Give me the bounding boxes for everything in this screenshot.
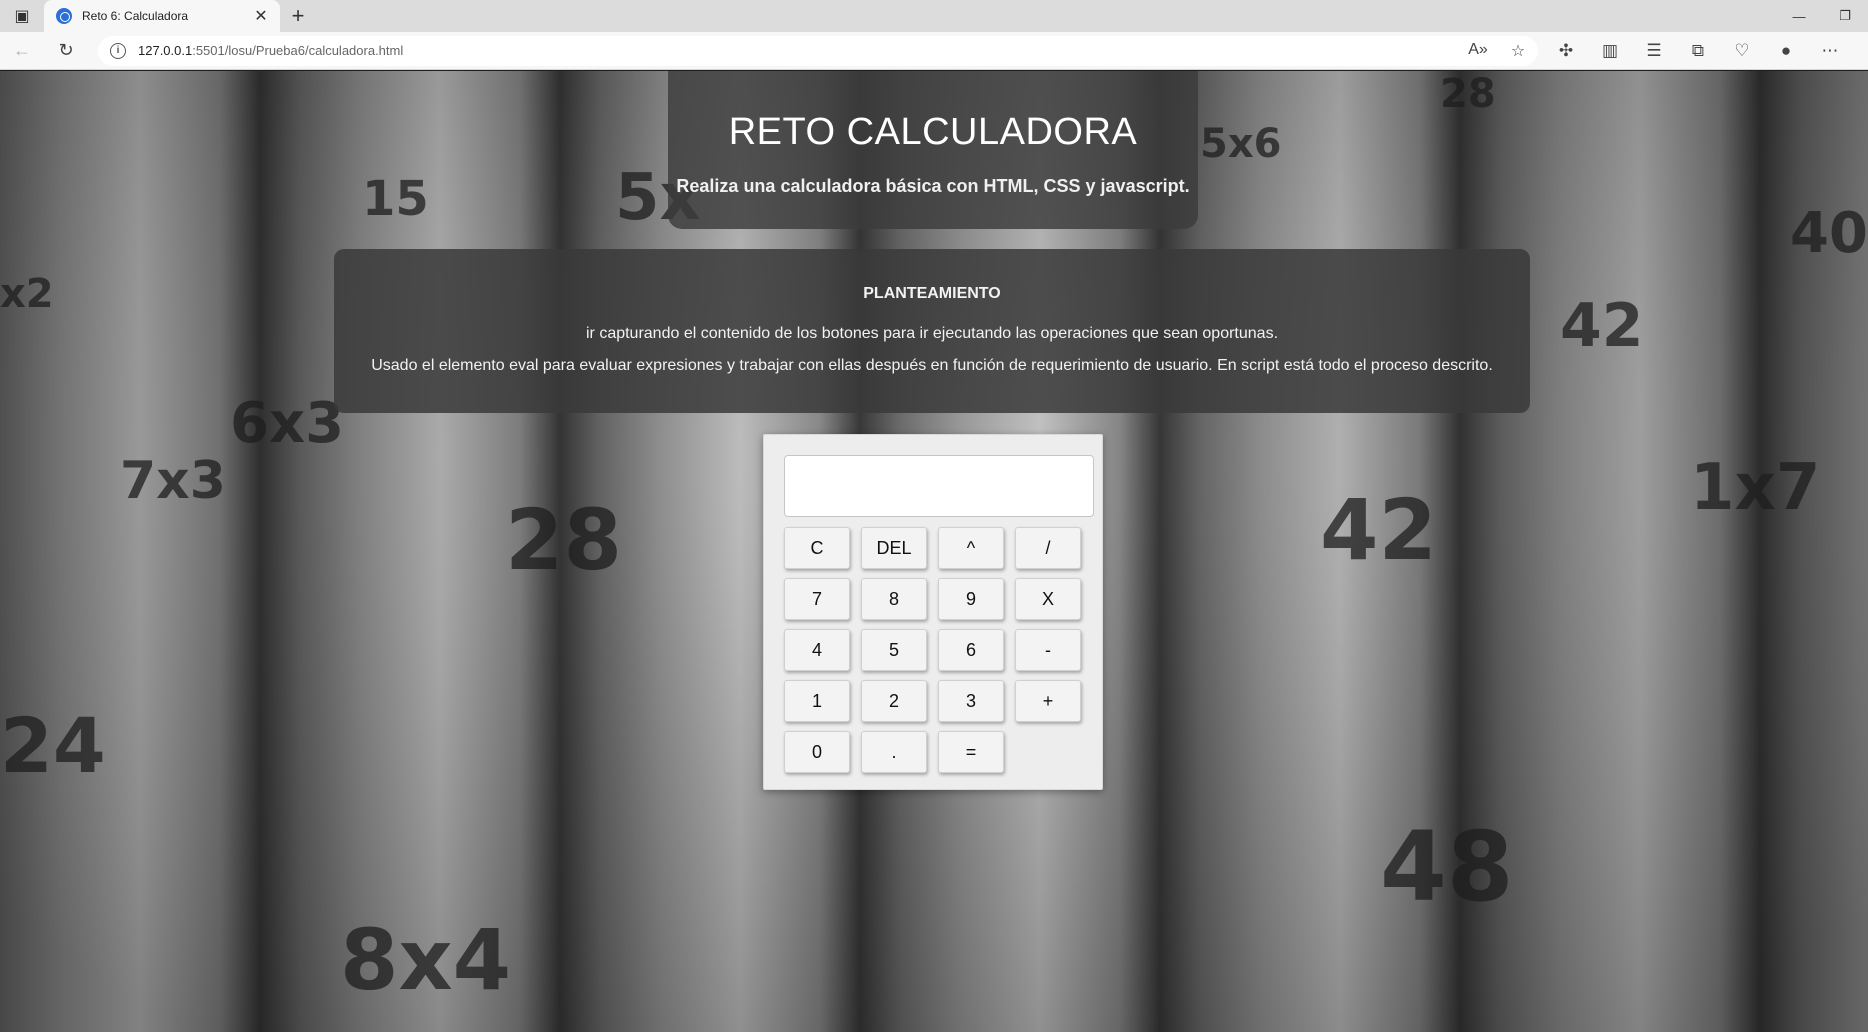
description-panel: PLANTEAMIENTO ir capturando el contenido… <box>334 249 1530 413</box>
header-panel: RETO CALCULADORA Realiza una calculadora… <box>668 71 1198 229</box>
digit-2-button[interactable]: 2 <box>861 680 927 722</box>
background-label: 28 <box>1440 71 1496 117</box>
digit-1-button[interactable]: 1 <box>784 680 850 722</box>
digit-6-button[interactable]: 6 <box>938 629 1004 671</box>
subtract-button[interactable]: - <box>1015 629 1081 671</box>
background-label: 7x3 <box>120 451 226 511</box>
clear-button[interactable]: C <box>784 527 850 569</box>
background-label: 28 <box>505 491 622 589</box>
tab-favicon-icon <box>56 8 72 24</box>
split-screen-icon[interactable]: ▥ <box>1588 41 1632 61</box>
multiply-button[interactable]: X <box>1015 578 1081 620</box>
background-label: 24 <box>0 701 106 790</box>
minimize-icon[interactable]: — <box>1776 0 1822 32</box>
background-label: 15 <box>362 171 429 227</box>
background-label: 1x7 <box>1690 451 1821 525</box>
address-bar: ← ↻ i 127.0.0.1:5501/losu/Prueba6/calcul… <box>0 32 1868 70</box>
back-icon[interactable]: ← <box>0 32 44 70</box>
profile-icon[interactable]: ● <box>1764 41 1808 61</box>
description-line: ir capturando el contenido de los botone… <box>585 325 1279 342</box>
background-label: 42 <box>1560 291 1644 361</box>
tab-title: Reto 6: Calculadora <box>82 9 189 23</box>
site-info-icon[interactable]: i <box>110 42 126 59</box>
calculator-display[interactable] <box>784 455 1094 517</box>
decimal-button[interactable]: . <box>861 731 927 773</box>
digit-0-button[interactable]: 0 <box>784 731 850 773</box>
extensions-icon[interactable]: ✣ <box>1544 41 1588 61</box>
favorite-star-icon[interactable]: ☆ <box>1498 41 1538 61</box>
background-label: 8x4 <box>340 911 512 1009</box>
url-path: :5501/losu/Prueba6/calculadora.html <box>192 43 404 58</box>
window-controls: — ❐ <box>1776 0 1868 32</box>
collections-icon[interactable]: ⧉ <box>1676 41 1720 61</box>
background-label: 5x6 <box>1200 121 1282 167</box>
background-label: 42 <box>1320 481 1437 579</box>
new-tab-icon[interactable]: + <box>280 0 316 32</box>
divide-button[interactable]: / <box>1015 527 1081 569</box>
background-label: 40 <box>1790 201 1868 266</box>
favorites-icon[interactable]: ☰ <box>1632 41 1676 61</box>
more-menu-icon[interactable]: ⋯ <box>1808 41 1852 61</box>
calculator-keypad: C DEL ^ / 7 8 9 X 4 5 6 - 1 2 3 + 0 . = <box>784 527 1081 773</box>
background-label: 6x3 <box>230 391 345 456</box>
digit-9-button[interactable]: 9 <box>938 578 1004 620</box>
restore-icon[interactable]: ❐ <box>1822 0 1868 32</box>
digit-7-button[interactable]: 7 <box>784 578 850 620</box>
description-line: Usado el elemento eval para evaluar expr… <box>371 357 1493 374</box>
delete-button[interactable]: DEL <box>861 527 927 569</box>
digit-3-button[interactable]: 3 <box>938 680 1004 722</box>
digit-4-button[interactable]: 4 <box>784 629 850 671</box>
browser-essentials-icon[interactable]: ♡ <box>1720 41 1764 61</box>
background-label: 48 <box>1380 811 1514 923</box>
reload-icon[interactable]: ↻ <box>44 32 88 70</box>
url-host: 127.0.0.1 <box>138 43 193 58</box>
tab-strip: ▣ Reto 6: Calculadora ✕ + — ❐ <box>0 0 1868 32</box>
read-aloud-icon[interactable]: A» <box>1458 41 1498 61</box>
page-title: RETO CALCULADORA <box>728 111 1138 153</box>
active-tab[interactable]: Reto 6: Calculadora ✕ <box>44 0 280 32</box>
digit-5-button[interactable]: 5 <box>861 629 927 671</box>
background-label: x2 <box>0 271 54 317</box>
tab-close-icon[interactable]: ✕ <box>252 6 270 26</box>
calculator: C DEL ^ / 7 8 9 X 4 5 6 - 1 2 3 + 0 . = <box>763 434 1103 790</box>
page-subtitle: Realiza una calculadora básica con HTML,… <box>676 176 1190 196</box>
description-heading: PLANTEAMIENTO <box>863 285 1001 302</box>
url-field[interactable]: i 127.0.0.1:5501/losu/Prueba6/calculador… <box>98 35 1538 66</box>
add-button[interactable]: + <box>1015 680 1081 722</box>
tab-actions-icon[interactable]: ▣ <box>0 0 44 32</box>
equals-button[interactable]: = <box>938 731 1004 773</box>
page-background: 15 5x 5x6 28 40 x2 42 6x3 7x3 28 42 1x7 … <box>0 71 1868 1032</box>
power-button[interactable]: ^ <box>938 527 1004 569</box>
digit-8-button[interactable]: 8 <box>861 578 927 620</box>
